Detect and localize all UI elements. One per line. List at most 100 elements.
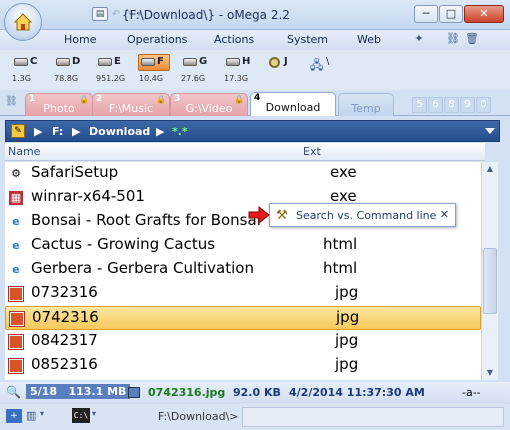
drive-e[interactable]: E 951.2G — [96, 54, 126, 87]
scroll-down-icon[interactable]: ▼ — [482, 366, 498, 380]
home-icon — [13, 13, 33, 31]
tab-slot-5[interactable]: 5 — [412, 97, 427, 113]
scroll-up-icon[interactable]: ▲ — [482, 162, 498, 176]
menu-home[interactable]: Home — [64, 33, 96, 46]
command-bar: + ▥ ▾ C:\ ▾ F:\Download\> — [0, 404, 510, 430]
menu-system[interactable]: System — [287, 33, 328, 46]
drive-size: 951.2G — [96, 74, 126, 83]
status-selected-file: 0742316.jpg — [148, 386, 226, 399]
tab-slot-6[interactable]: 6 — [428, 97, 443, 113]
breadcrumb-folder[interactable]: Download — [89, 125, 150, 138]
file-list[interactable]: ⚙ SafariSetup exe ▦ winrar-x64-501 exe e… — [5, 162, 481, 380]
drive-letter: C — [30, 56, 38, 67]
path-dropdown-icon[interactable] — [485, 128, 495, 134]
tab-label: Download — [265, 101, 321, 114]
path-bar: ✎ ▶ F: ▶ Download ▶ *.* — [5, 120, 500, 142]
file-row-selected[interactable]: 0742316 jpg — [5, 306, 481, 330]
file-row[interactable]: ⚙ SafariSetup exe — [5, 162, 481, 186]
new-folder-icon[interactable]: ✦ — [412, 32, 426, 46]
command-input[interactable] — [242, 407, 504, 427]
file-row[interactable]: e Gerbera - Gerbera Cultivation html — [5, 258, 481, 282]
drive-size: 27.6G — [181, 74, 206, 83]
network-icon: 🖧 — [310, 58, 324, 72]
file-name: Gerbera - Gerbera Cultivation — [31, 259, 254, 277]
console-dropdown-icon[interactable]: ▾ — [92, 409, 96, 418]
tab-download[interactable]: 4 Download — [250, 92, 336, 116]
new-tab-icon[interactable]: + — [6, 409, 22, 423]
file-name: Cactus - Growing Cactus — [31, 235, 216, 253]
drive-size: 78.8G — [54, 74, 79, 83]
filter-text[interactable]: *.* — [172, 125, 188, 138]
file-row[interactable]: 0842317 jpg — [5, 330, 481, 354]
tab-label: G:\Video — [185, 102, 233, 115]
layout-icon[interactable]: ▤ — [92, 7, 108, 21]
drive-icon — [14, 58, 28, 66]
installer-icon: ⚙ — [11, 167, 21, 180]
minimize-button[interactable]: ─ — [414, 5, 438, 23]
breadcrumb-drive[interactable]: F: — [52, 125, 63, 138]
breadcrumb-arrow-icon[interactable]: ▶ — [34, 125, 42, 138]
app-menu-button[interactable] — [4, 3, 42, 41]
drive-d[interactable]: D 78.8G — [54, 54, 82, 87]
tab-label: Temp — [351, 102, 381, 115]
link-icon[interactable]: ⛓ — [446, 32, 460, 46]
drive-g[interactable]: G 27.6G — [181, 54, 209, 87]
edit-path-icon[interactable]: ✎ — [11, 124, 25, 138]
drive-letter: H — [242, 56, 251, 67]
maximize-button[interactable]: □ — [439, 5, 463, 23]
column-header: Name Ext — [5, 143, 485, 161]
search-icon[interactable]: 🔍 — [6, 385, 21, 399]
drive-letter: J — [284, 56, 288, 67]
tab-link-icon[interactable]: ⛓ — [5, 96, 18, 107]
tooltip-close-icon[interactable]: ✕ — [440, 208, 449, 221]
status-bar: 🔍 5/18 113.1 MB 0742316.jpg 92.0 KB 4/2/… — [0, 382, 510, 404]
drive-letter: F — [157, 56, 164, 67]
layout-dropdown-icon[interactable]: ▾ — [40, 409, 44, 418]
tab-music[interactable]: 2 🔒 F:\Music — [92, 93, 170, 116]
status-file-size: 92.0 KB — [233, 386, 281, 399]
drive-j[interactable]: J — [268, 54, 296, 87]
tab-slot-8[interactable]: 8 — [444, 97, 459, 113]
file-row[interactable]: 0732316 jpg — [5, 282, 481, 306]
column-ext[interactable]: Ext — [303, 145, 321, 158]
layout-toggle-icon[interactable]: ▥ — [26, 409, 36, 422]
vertical-scrollbar[interactable]: ▲ ▼ — [481, 162, 498, 380]
file-name: 0732316 — [31, 283, 98, 301]
breadcrumb-arrow-icon[interactable]: ▶ — [72, 125, 80, 138]
drive-letter: \ — [326, 56, 330, 67]
drive-icon — [183, 58, 197, 66]
drive-size: 17.3G — [224, 74, 249, 83]
tab-slot-0[interactable]: 0 — [476, 97, 491, 113]
file-ext: jpg — [335, 355, 359, 373]
status-attributes: -a-- — [462, 386, 481, 399]
column-name[interactable]: Name — [8, 145, 40, 158]
tab-temp[interactable]: Temp — [338, 93, 394, 116]
tab-video[interactable]: 3 🔒 G:\Video — [170, 93, 248, 116]
console-icon[interactable]: C:\ — [72, 408, 90, 423]
search-tooltip: ⚒ Search vs. Command line ✕ — [269, 203, 456, 227]
status-date: 4/2/2014 11:37:30 AM — [289, 386, 425, 399]
close-button[interactable]: ✕ — [464, 5, 504, 23]
drive-c[interactable]: C 1.3G — [12, 54, 40, 87]
drive-f[interactable]: F 10.4G — [138, 54, 170, 87]
menu-actions[interactable]: Actions — [214, 33, 254, 46]
recycle-bin-icon[interactable]: 🗑 — [465, 32, 479, 46]
tab-slot-9[interactable]: 9 — [460, 97, 475, 113]
drive-icon — [56, 58, 70, 66]
file-ext: exe — [330, 163, 357, 181]
file-name: 0742316 — [32, 308, 99, 326]
breadcrumb-arrow-icon[interactable]: ▶ — [156, 125, 164, 138]
tab-photo[interactable]: 1 🔒 Photo — [25, 93, 93, 116]
scroll-thumb[interactable] — [483, 248, 497, 314]
drive-icon — [226, 58, 240, 66]
image-icon — [8, 286, 24, 302]
undo-icon[interactable]: ↶ — [112, 9, 120, 20]
title-bar: ▤ ↶ ↷ ▾ {F:\Download\} - oMega 2.2 ─ □ ✕ — [0, 0, 510, 41]
file-row[interactable]: e Cactus - Growing Cactus html — [5, 234, 481, 258]
drive-network[interactable]: 🖧 \ — [308, 54, 336, 87]
drive-h[interactable]: H 17.3G — [224, 54, 252, 87]
file-row[interactable]: 0852316 jpg — [5, 354, 481, 378]
menu-web[interactable]: Web — [357, 33, 381, 46]
file-ext: html — [323, 259, 358, 277]
menu-operations[interactable]: Operations — [127, 33, 187, 46]
